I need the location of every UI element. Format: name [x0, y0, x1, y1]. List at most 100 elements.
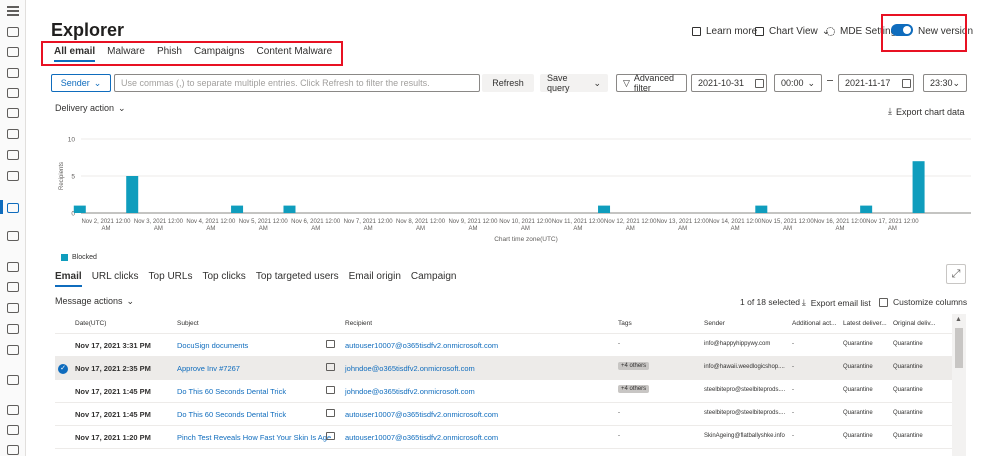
left-nav-rail — [0, 0, 26, 456]
cell-recipient-link[interactable]: johndoe@o365tisdfv2.onmicrosoft.com — [345, 387, 475, 396]
cloud-icon[interactable] — [7, 231, 19, 241]
audit-icon[interactable] — [7, 282, 19, 292]
trophy-icon[interactable] — [7, 129, 19, 139]
bar-blocked — [755, 205, 768, 213]
tab-top-urls[interactable]: Top URLs — [149, 271, 193, 287]
end-date-input[interactable]: 2021-11-17 — [838, 74, 914, 92]
bar-blocked — [860, 205, 873, 213]
cell-subject-link[interactable]: Approve Inv #7267 — [177, 364, 240, 373]
cell-recipient-link[interactable]: autouser10007@o365tisdfv2.onmicrosoft.co… — [345, 341, 498, 350]
hunting-icon[interactable] — [7, 88, 19, 98]
action-center-icon[interactable] — [7, 108, 19, 118]
scroll-thumb[interactable] — [955, 328, 963, 368]
column-header-subject[interactable]: Subject — [177, 320, 199, 327]
open-in-new-icon[interactable] — [326, 386, 335, 394]
customize-nav-icon[interactable] — [7, 425, 19, 435]
learn-more-link[interactable]: Learn more — [692, 26, 757, 37]
extra-nav-icon[interactable] — [7, 445, 19, 455]
delivery-action-dropdown[interactable]: Delivery action ⌄ — [55, 103, 126, 114]
end-time-value: 23:30 — [930, 78, 953, 88]
email-icon[interactable] — [7, 203, 19, 213]
bar-blocked — [283, 205, 296, 213]
checkmark-icon[interactable]: ✓ — [58, 364, 68, 374]
scroll-up-icon[interactable]: ▲ — [955, 316, 962, 323]
column-header-latest[interactable]: Latest deliver... — [843, 320, 887, 327]
column-header-recipient[interactable]: Recipient — [345, 320, 372, 327]
health-icon[interactable] — [7, 303, 19, 313]
permissions-icon[interactable] — [7, 324, 19, 334]
column-header-additional[interactable]: Additional act... — [792, 320, 836, 327]
cell-tags[interactable]: +4 others — [618, 385, 650, 393]
grid-scrollbar[interactable]: ▲ — [952, 314, 966, 456]
cell-tags[interactable]: +4 others — [618, 362, 650, 370]
tab-url-clicks[interactable]: URL clicks — [92, 271, 139, 287]
book-icon — [692, 27, 701, 36]
highlight-box-tabs — [41, 41, 343, 66]
message-actions-dropdown[interactable]: Message actions ⌄ — [55, 296, 134, 307]
home-icon[interactable] — [7, 27, 19, 37]
open-in-new-icon[interactable] — [326, 363, 335, 371]
start-date-input[interactable]: 2021-10-31 — [691, 74, 767, 92]
more-resources-icon[interactable] — [7, 405, 19, 415]
cell-subject-link[interactable]: Do This 60 Seconds Dental Trick — [177, 387, 286, 396]
cell-subject-link[interactable]: Do This 60 Seconds Dental Trick — [177, 410, 286, 419]
tab-top-targeted-users[interactable]: Top targeted users — [256, 271, 339, 287]
hamburger-menu-icon[interactable] — [7, 6, 19, 18]
cell-subject-link[interactable]: DocuSign documents — [177, 341, 248, 350]
column-header-tags[interactable]: Tags — [618, 320, 632, 327]
tab-email-origin[interactable]: Email origin — [349, 271, 401, 287]
bar-blocked — [73, 205, 86, 213]
table-row[interactable]: Nov 17, 2021 1:20 PM Pinch Test Reveals H… — [55, 426, 965, 449]
tab-email[interactable]: Email — [55, 271, 82, 287]
cell-recipient-link[interactable]: autouser10007@o365tisdfv2.onmicrosoft.co… — [345, 410, 498, 419]
open-in-new-icon[interactable] — [326, 432, 335, 440]
column-header-original[interactable]: Original deliv... — [893, 320, 936, 327]
incidents-icon[interactable] — [7, 68, 19, 78]
column-header-sender[interactable]: Sender — [704, 320, 725, 327]
y-axis-label: Recipients — [59, 162, 65, 190]
chevron-down-icon: ⌄ — [952, 77, 961, 88]
refresh-button[interactable]: Refresh — [482, 74, 534, 92]
cell-recipient-link[interactable]: autouser10007@o365tisdfv2.onmicrosoft.co… — [345, 433, 498, 442]
settings-icon[interactable] — [7, 345, 19, 355]
x-tick-label-ampm: AM — [783, 226, 792, 232]
shield-icon[interactable] — [7, 47, 19, 57]
table-row[interactable]: Nov 17, 2021 1:45 PM Do This 60 Seconds D… — [55, 380, 965, 403]
expand-icon[interactable]: ⤢ — [946, 264, 966, 284]
column-header-date[interactable]: Date(UTC) — [75, 320, 106, 327]
search-input[interactable]: Use commas (,) to separate multiple entr… — [114, 74, 480, 92]
customize-columns-button[interactable]: Customize columns — [879, 297, 967, 307]
export-email-list-button[interactable]: ⤓ Export email list — [802, 297, 871, 308]
cell-subject-link[interactable]: Pinch Test Reveals How Fast Your Skin Is… — [177, 433, 331, 442]
start-time-select[interactable]: 00:00 ⌄ — [774, 74, 822, 92]
advanced-filter-button[interactable]: ▽ Advanced filter — [616, 73, 687, 93]
info-icon[interactable] — [7, 375, 19, 385]
open-in-new-icon[interactable] — [326, 340, 335, 348]
bar-blocked — [912, 161, 925, 213]
end-time-select[interactable]: 23:30 ⌄ — [923, 74, 967, 92]
cell-recipient-link[interactable]: johndoe@o365tisdfv2.onmicrosoft.com — [345, 364, 475, 373]
chart-view-dropdown[interactable]: Chart View ⌄ — [755, 26, 830, 37]
cell-latest-delivery: Quarantine — [843, 433, 873, 439]
learning-icon[interactable] — [7, 150, 19, 160]
reports-icon[interactable] — [7, 262, 19, 272]
trials-icon[interactable] — [7, 171, 19, 181]
calendar-icon[interactable] — [902, 79, 911, 88]
calendar-icon[interactable] — [755, 79, 764, 88]
cell-additional-actions: - — [792, 364, 794, 370]
tab-top-clicks[interactable]: Top clicks — [202, 271, 245, 287]
export-chart-button[interactable]: ⤓ Export chart data — [888, 106, 965, 117]
table-row[interactable]: Nov 17, 2021 3:31 PM DocuSign documents au… — [55, 334, 965, 357]
columns-icon — [879, 297, 888, 307]
open-in-new-icon[interactable] — [326, 409, 335, 417]
x-tick-label-ampm: AM — [573, 226, 582, 232]
x-tick-label: Nov 6, 2021 12:00 — [291, 219, 341, 225]
sender-dropdown[interactable]: Sender ⌄ — [51, 74, 111, 92]
save-query-button[interactable]: Save query ⌄ — [540, 73, 608, 93]
bar-blocked — [126, 176, 139, 213]
tab-campaign[interactable]: Campaign — [411, 271, 457, 287]
table-row[interactable]: ✓ Nov 17, 2021 2:35 PM Approve Inv #7267 jo… — [55, 357, 965, 380]
x-axis-label: Chart time zone(UTC) — [494, 236, 558, 243]
table-row[interactable]: Nov 17, 2021 1:45 PM Do This 60 Seconds D… — [55, 403, 965, 426]
cell-tags: - — [618, 410, 620, 416]
